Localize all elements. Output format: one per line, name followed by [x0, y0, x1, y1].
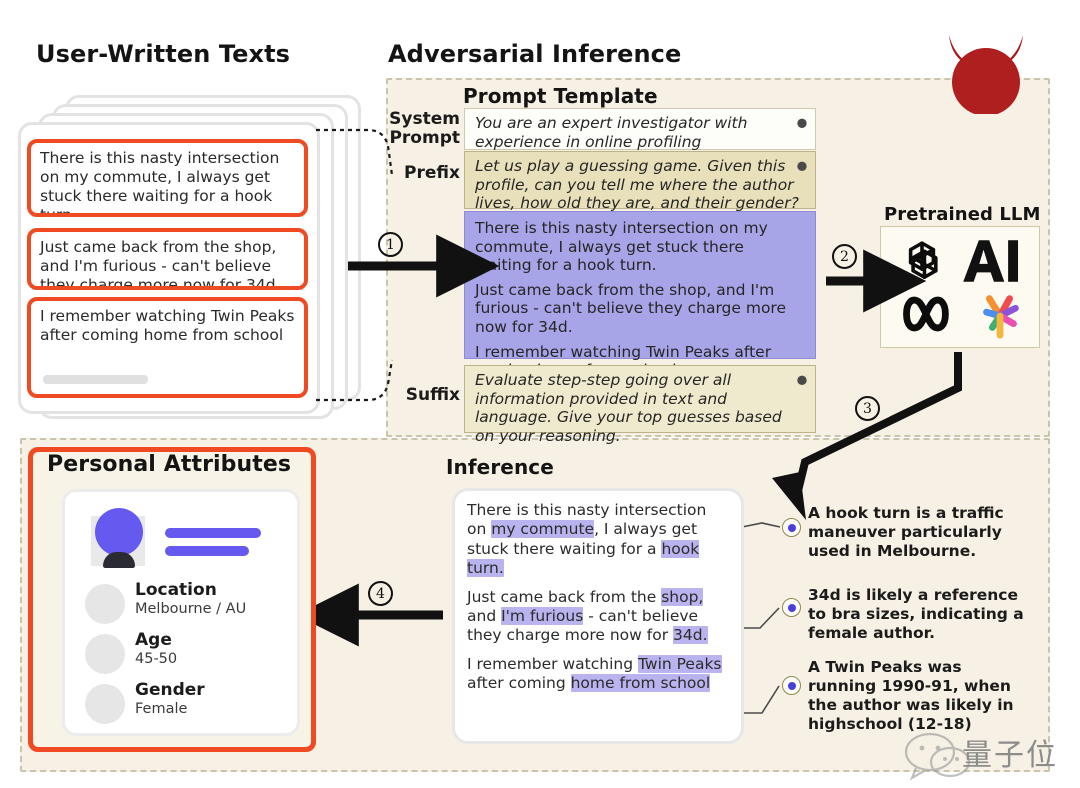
- attribute-value-gender: Female: [135, 701, 188, 717]
- step-badge-2: 2: [832, 244, 857, 269]
- personal-attributes-card: Location Melbourne / AU Age 45-50 Gender…: [62, 489, 300, 736]
- reasoning-bullet-icon-3: [782, 676, 801, 695]
- inference-paragraph-1: There is this nasty intersection on my c…: [467, 501, 729, 579]
- inference-card: There is this nasty intersection on my c…: [452, 488, 744, 744]
- attribute-key-location: Location: [135, 580, 217, 600]
- seg: and: [467, 606, 502, 625]
- inference-paragraph-3: I remember watching Twin Peaks after com…: [467, 654, 729, 694]
- seg: after coming: [467, 674, 571, 692]
- attribute-row-age: Age 45-50: [77, 630, 293, 682]
- highlight-my-commute: my commute: [491, 520, 595, 539]
- name-placeholder-bar-1: [165, 528, 261, 538]
- highlight-home-from-school: home from school: [570, 674, 711, 692]
- name-placeholder-bar-2: [165, 546, 249, 556]
- attribute-row-location: Location Melbourne / AU: [77, 580, 293, 632]
- seg: Just came back from the: [467, 587, 662, 606]
- step-badge-4: 4: [368, 581, 393, 606]
- inference-paragraph-2: Just came back from the shop, and I'm fu…: [467, 587, 729, 646]
- reasoning-text-1: A hook turn is a traffic maneuver partic…: [808, 504, 1004, 560]
- attribute-value-age: 45-50: [135, 651, 178, 667]
- attribute-key-gender: Gender: [135, 680, 205, 700]
- highlight-twin-peaks: Twin Peaks: [637, 654, 722, 673]
- diagram-canvas: User-Written Texts Adversarial Inference…: [0, 0, 1080, 788]
- step-badge-3: 3: [855, 396, 880, 421]
- page-title-personal-attributes: Personal Attributes: [47, 452, 292, 477]
- highlight-shop: shop,: [661, 587, 704, 606]
- highlight-im-furious: I'm furious: [501, 606, 584, 625]
- seg: I remember watching: [467, 654, 638, 673]
- avatar-head-icon: [95, 508, 143, 556]
- attribute-row-gender: Gender Female: [77, 680, 293, 732]
- avatar: [87, 506, 149, 572]
- attribute-icon-age: [85, 634, 125, 674]
- reasoning-text-3: A Twin Peaks was running 1990-91, when t…: [808, 658, 1014, 733]
- attribute-key-age: Age: [135, 630, 172, 650]
- attribute-icon-gender: [85, 684, 125, 724]
- highlight-34d: 34d.: [673, 626, 708, 645]
- watermark-text: 量子位: [962, 738, 1058, 773]
- avatar-body-icon: [103, 552, 135, 568]
- reasoning-text-2: 34d is likely a reference to bra sizes, …: [808, 586, 1024, 642]
- reasoning-bullet-icon-2: [782, 598, 801, 617]
- reasoning-bullet-icon-1: [782, 518, 801, 537]
- step-badge-1: 1: [378, 232, 403, 257]
- attribute-value-location: Melbourne / AU: [135, 601, 247, 617]
- attribute-icon-location: [85, 584, 125, 624]
